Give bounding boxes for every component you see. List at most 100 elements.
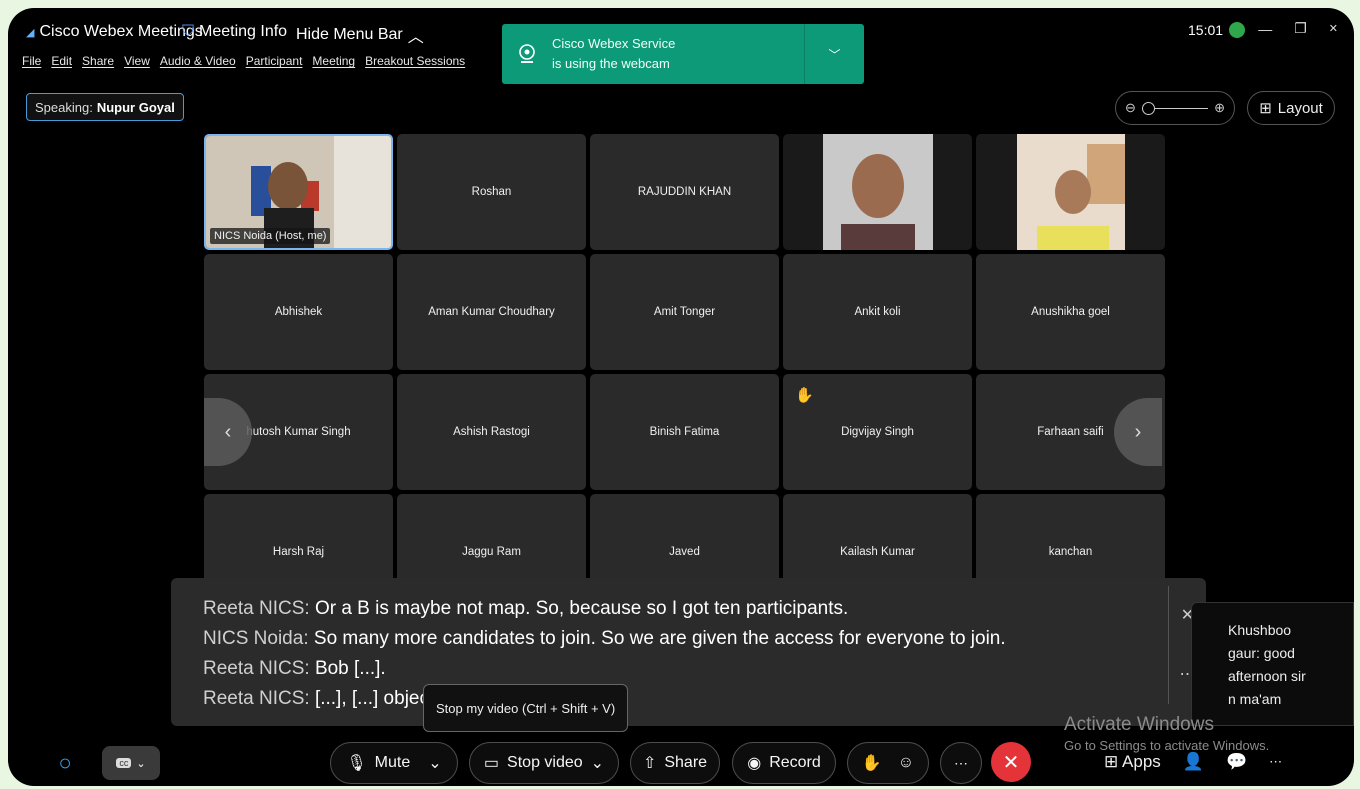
chevron-down-icon[interactable]: ⌄: [591, 753, 604, 773]
captions-button[interactable]: cc ⌄: [102, 746, 160, 780]
participant-name: Kailash Kumar: [840, 546, 915, 558]
participant-tile[interactable]: Abhishek: [204, 254, 393, 370]
stop-video-button[interactable]: ▭ Stop video ⌄: [469, 742, 619, 784]
caption-speaker: NICS Noida:: [203, 628, 309, 649]
participant-grid: NICS Noida (Host, me) Roshan RAJUDDIN KHAN…: [204, 134, 1165, 610]
layout-button[interactable]: ⊞ Layout: [1247, 91, 1335, 125]
menu-participant[interactable]: Participant: [246, 54, 303, 68]
more-panels-icon[interactable]: ⋯: [1269, 754, 1282, 770]
self-name-label: NICS Noida (Host, me): [210, 228, 331, 244]
zoom-track[interactable]: [1141, 101, 1209, 115]
chat-message-popup[interactable]: Khushboo gaur: good afternoon sir n ma'a…: [1191, 602, 1354, 726]
participant-name: kanchan: [1048, 546, 1093, 558]
hide-menu-bar-button[interactable]: Hide Menu Bar ︿: [296, 23, 424, 47]
notification-body: is using the webcam: [552, 56, 670, 71]
grid-layout-icon: ⊞: [1259, 100, 1272, 117]
webcam-notification[interactable]: Cisco Webex Service is using the webcam …: [502, 24, 864, 84]
chevron-down-icon[interactable]: ⌄: [428, 753, 441, 773]
zoom-in-icon[interactable]: ⊕: [1214, 100, 1225, 116]
participant-name: Ankit koli: [854, 306, 901, 318]
reactions-group: ✋ ☺: [847, 742, 929, 784]
participant-tile[interactable]: ✋ Digvijay Singh: [783, 374, 972, 490]
chat-line: n ma'am: [1228, 691, 1282, 707]
caption-text: [...], [...] objecti: [314, 688, 439, 709]
chevron-down-icon[interactable]: ﹀: [804, 24, 864, 84]
record-icon: ◉: [747, 755, 762, 772]
minimize-icon[interactable]: —: [1258, 21, 1272, 37]
app-title[interactable]: ◢ Cisco Webex Meetings: [26, 23, 203, 41]
menu-audio-video[interactable]: Audio & Video: [160, 54, 236, 68]
participant-tile[interactable]: Anushikha goel: [976, 254, 1165, 370]
leave-meeting-button[interactable]: ✕: [991, 742, 1031, 782]
participant-name: Farhaan saifi: [1037, 426, 1104, 438]
stop-video-label: Stop video: [507, 754, 583, 771]
chevron-up-icon: ︿: [407, 29, 424, 46]
share-screen-icon: ⇧: [642, 755, 657, 772]
caption-text: Or a B is maybe not map. So, because so …: [314, 598, 849, 619]
caption-text: Bob [...].: [314, 658, 386, 679]
participants-icon[interactable]: 👤: [1183, 752, 1204, 772]
menu-share[interactable]: Share: [82, 54, 114, 68]
menu-breakout-sessions[interactable]: Breakout Sessions: [365, 54, 465, 68]
caption-line: Reeta NICS: Bob [...].: [203, 654, 1206, 684]
meeting-info-button[interactable]: ⛉ Meeting Info: [182, 23, 287, 41]
more-options-button[interactable]: ⋯: [940, 742, 982, 784]
participant-video-tile[interactable]: [783, 134, 972, 250]
webex-window: ◢ Cisco Webex Meetings ⛉ Meeting Info Hi…: [8, 8, 1354, 786]
participant-name: Javed: [669, 546, 700, 558]
chat-icon[interactable]: 💬: [1226, 752, 1247, 772]
raise-hand-icon[interactable]: ✋: [862, 753, 882, 773]
zoom-knob[interactable]: [1141, 101, 1155, 115]
raised-hand-icon: ✋: [795, 387, 814, 404]
participant-tile[interactable]: Roshan: [397, 134, 586, 250]
apps-label: Apps: [1122, 752, 1161, 771]
webex-assistant-icon[interactable]: ○: [44, 742, 86, 784]
menu-view[interactable]: View: [124, 54, 150, 68]
caption-text: So many more candidates to join. So we a…: [313, 628, 1006, 649]
mute-button[interactable]: 🎙 Mute ⌄: [330, 742, 458, 784]
share-button[interactable]: ⇧ Share: [630, 742, 720, 784]
app-name-label: Cisco Webex Meetings: [39, 23, 203, 40]
window-controls: — ❐ ✕: [1258, 20, 1338, 37]
zoom-out-icon[interactable]: ⊖: [1125, 100, 1136, 116]
participant-tile[interactable]: Binish Fatima: [590, 374, 779, 490]
restore-icon[interactable]: ❐: [1294, 20, 1307, 37]
chevron-right-icon: ›: [1134, 420, 1142, 443]
share-label: Share: [664, 754, 708, 771]
network-signal-icon[interactable]: [1229, 22, 1246, 38]
participant-tile[interactable]: RAJUDDIN KHAN: [590, 134, 779, 250]
close-window-icon[interactable]: ✕: [1329, 22, 1338, 35]
zoom-slider[interactable]: ⊖ ⊕: [1115, 91, 1235, 125]
record-button[interactable]: ◉ Record: [732, 742, 836, 784]
participant-tile[interactable]: Amit Tonger: [590, 254, 779, 370]
stop-video-tooltip: Stop my video (Ctrl + Shift + V): [423, 684, 629, 732]
participant-name: Jaggu Ram: [462, 546, 521, 558]
speaking-label: Speaking:: [35, 99, 93, 115]
apps-button[interactable]: ⊞ Apps: [1104, 752, 1161, 772]
chat-line: gaur: good: [1228, 645, 1295, 661]
participant-name: Abhishek: [274, 306, 323, 318]
participant-tile-self[interactable]: NICS Noida (Host, me): [204, 134, 393, 250]
participant-tile[interactable]: Ankit koli: [783, 254, 972, 370]
participant-name: Digvijay Singh: [841, 426, 914, 438]
clock: 15:01: [1188, 22, 1246, 38]
menu-file[interactable]: File: [22, 54, 41, 68]
participant-tile[interactable]: Ashish Rastogi: [397, 374, 586, 490]
participant-tile[interactable]: Aman Kumar Choudhary: [397, 254, 586, 370]
webcam-icon: [502, 24, 552, 84]
layout-label: Layout: [1277, 99, 1323, 117]
emoji-reaction-icon[interactable]: ☺: [898, 754, 914, 772]
caption-speaker: Reeta NICS:: [203, 598, 310, 619]
microphone-icon: 🎙: [346, 755, 367, 772]
shield-icon: ⛉: [182, 23, 195, 40]
menu-meeting[interactable]: Meeting: [312, 54, 355, 68]
caption-speaker: Reeta NICS:: [203, 688, 310, 709]
chevron-down-icon: ⌄: [136, 757, 146, 770]
participant-name: Harsh Raj: [272, 546, 325, 558]
participant-video-tile[interactable]: [976, 134, 1165, 250]
participant-video-feed: [1016, 134, 1125, 250]
chevron-left-icon: ‹: [224, 420, 232, 443]
caption-line: Reeta NICS: [...], [...] objecti: [203, 684, 1206, 714]
menu-edit[interactable]: Edit: [51, 54, 72, 68]
closed-captions-panel: Reeta NICS: Or a B is maybe not map. So,…: [171, 578, 1206, 726]
